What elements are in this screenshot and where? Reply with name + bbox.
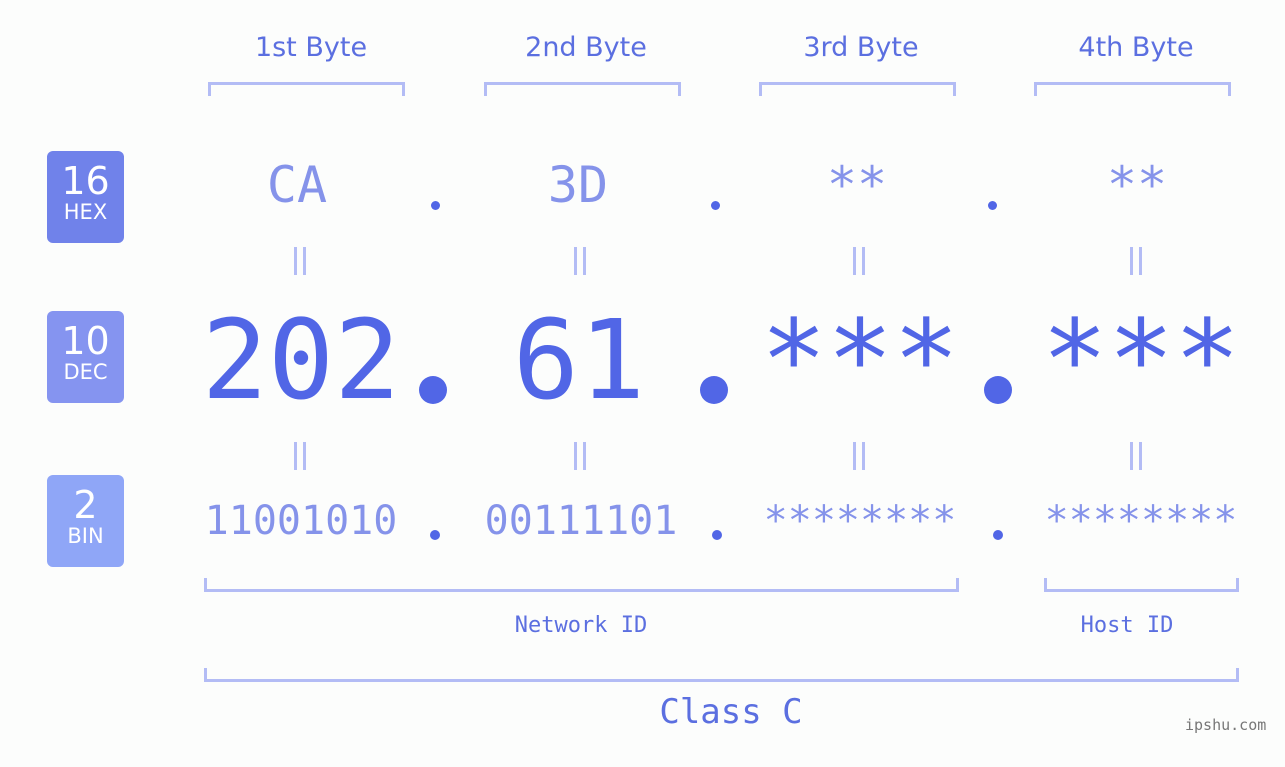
dec-byte-1: 202 bbox=[201, 296, 401, 424]
byte-2-label: 2nd Byte bbox=[525, 32, 647, 63]
bin-badge: 2 BIN bbox=[47, 475, 124, 567]
byte-3-label: 3rd Byte bbox=[803, 32, 919, 63]
byte-4-label: 4th Byte bbox=[1078, 32, 1194, 63]
hex-byte-1: CA bbox=[266, 156, 328, 214]
bin-byte-1: 11001010 bbox=[204, 498, 398, 544]
equals-icon bbox=[294, 247, 306, 275]
bin-label: BIN bbox=[67, 524, 104, 548]
equals-icon bbox=[1130, 247, 1142, 275]
dec-dot-3 bbox=[984, 376, 1012, 404]
hex-byte-3: ** bbox=[826, 156, 888, 214]
hex-dot-3 bbox=[988, 201, 997, 210]
bin-byte-3: ******** bbox=[763, 498, 957, 544]
equals-icon bbox=[1130, 442, 1142, 470]
hex-base: 16 bbox=[61, 159, 110, 203]
byte-1-label: 1st Byte bbox=[254, 32, 368, 63]
dec-dot-2 bbox=[700, 376, 728, 404]
byte-2-bracket bbox=[484, 82, 681, 96]
class-bracket bbox=[204, 668, 1239, 682]
equals-icon bbox=[853, 247, 865, 275]
host-id-label: Host ID bbox=[1080, 613, 1174, 638]
bin-byte-4: ******** bbox=[1044, 498, 1238, 544]
dec-label: DEC bbox=[63, 360, 108, 384]
dec-dot-1 bbox=[419, 376, 447, 404]
dec-byte-3: *** bbox=[760, 296, 960, 424]
network-id-label: Network ID bbox=[514, 613, 648, 638]
equals-icon bbox=[574, 442, 586, 470]
bin-dot-3 bbox=[993, 530, 1003, 540]
watermark: ipshu.com bbox=[1185, 716, 1267, 734]
hex-byte-2: 3D bbox=[547, 156, 609, 214]
dec-base: 10 bbox=[61, 319, 110, 363]
bin-byte-2: 00111101 bbox=[484, 498, 678, 544]
byte-3-bracket bbox=[759, 82, 956, 96]
network-id-bracket bbox=[204, 578, 959, 592]
bin-dot-1 bbox=[430, 530, 440, 540]
host-id-bracket bbox=[1044, 578, 1239, 592]
class-label: Class C bbox=[659, 692, 803, 732]
byte-1-bracket bbox=[208, 82, 405, 96]
hex-dot-1 bbox=[431, 201, 440, 210]
hex-badge: 16 HEX bbox=[47, 151, 124, 243]
hex-byte-4: ** bbox=[1106, 156, 1168, 214]
bin-base: 2 bbox=[73, 483, 98, 527]
hex-label: HEX bbox=[63, 200, 108, 224]
hex-dot-2 bbox=[711, 201, 720, 210]
byte-4-bracket bbox=[1034, 82, 1231, 96]
equals-icon bbox=[853, 442, 865, 470]
dec-byte-4: *** bbox=[1041, 296, 1241, 424]
equals-icon bbox=[574, 247, 586, 275]
dec-badge: 10 DEC bbox=[47, 311, 124, 403]
bin-dot-2 bbox=[712, 530, 722, 540]
dec-byte-2: 61 bbox=[512, 296, 646, 424]
equals-icon bbox=[294, 442, 306, 470]
